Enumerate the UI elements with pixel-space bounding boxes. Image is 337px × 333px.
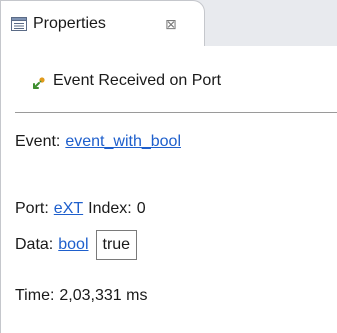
tab-properties[interactable]: Properties ⊠ [0, 0, 205, 46]
properties-view-icon [11, 17, 27, 31]
event-link[interactable]: event_with_bool [65, 131, 181, 153]
data-type-link[interactable]: bool [58, 234, 88, 256]
close-icon[interactable]: ⊠ [165, 14, 177, 34]
time-label: Time: [15, 287, 55, 304]
index-value: 0 [136, 200, 146, 217]
port-label: Port: [15, 200, 49, 217]
port-row: Port: eXT Index: 0 [15, 198, 146, 220]
data-label: Data: [15, 236, 54, 253]
event-row: Event: event_with_bool [15, 131, 181, 153]
section-title: Event Received on Port [53, 72, 222, 89]
data-row: Data: bool true [15, 230, 138, 260]
time-value: 2,03,331 ms [59, 287, 148, 304]
event-received-icon [31, 75, 47, 91]
tab-title: Properties [33, 15, 106, 32]
time-row: Time: 2,03,331 ms [15, 285, 147, 307]
index-label: Index: [88, 200, 132, 217]
port-link[interactable]: eXT [54, 198, 83, 220]
properties-content: Event Received on Port Event: event_with… [0, 46, 337, 333]
data-value-box: true [95, 230, 138, 260]
section-header: Event Received on Port [1, 46, 337, 112]
event-label: Event: [15, 133, 61, 150]
tab-strip: Properties ⊠ [0, 0, 337, 46]
properties-view: Properties ⊠ Event Received on Port Even… [0, 0, 337, 333]
divider [15, 112, 337, 113]
